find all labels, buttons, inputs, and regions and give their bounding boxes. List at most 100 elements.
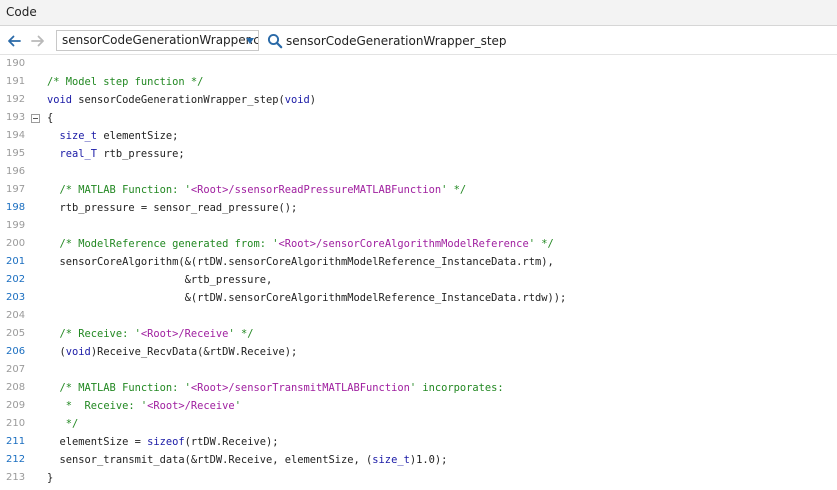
- code-line: 191 /* Model step function */: [0, 73, 837, 91]
- line-number-link[interactable]: 206: [6, 343, 30, 361]
- code-line: 192 void sensorCodeGenerationWrapper_step…: [0, 91, 837, 109]
- code-text: sensor_transmit_data(&rtDW.Receive, elem…: [47, 451, 448, 469]
- code-line: 211 elementSize = sizeof(rtDW.Receive);: [0, 433, 837, 451]
- code-token-plain: ): [309, 94, 317, 106]
- line-number: 205: [6, 328, 26, 339]
- code-line: 208 /* MATLAB Function: '<Root>/sensorTr…: [0, 379, 837, 397]
- line-number-link[interactable]: 202: [6, 271, 30, 289]
- line-number: 190: [6, 58, 26, 69]
- chevron-down-icon[interactable]: [246, 38, 254, 44]
- line-number: 213: [6, 472, 26, 483]
- code-line: 204: [0, 307, 837, 325]
- code-text: /* MATLAB Function: '<Root>/sensorTransm…: [47, 379, 504, 397]
- code-line: 213}: [0, 469, 837, 487]
- line-number: 204: [6, 310, 26, 321]
- line-number: 210: [6, 418, 26, 429]
- code-token-string: <Root>/sensorTransmitMATLABFunction: [190, 382, 410, 394]
- code-token-plain: rtb_pressure;: [97, 148, 185, 160]
- code-token-plain: }: [47, 472, 54, 484]
- line-number: 199: [6, 220, 26, 231]
- line-number: 194: [6, 130, 26, 141]
- function-search-field[interactable]: sensorCodeGenerationWrapper_step: [286, 32, 507, 50]
- code-token-plain: )Receive_RecvData(&rtDW.Receive);: [90, 346, 298, 358]
- code-line: 194 size_t elementSize;: [0, 127, 837, 145]
- code-text: real_T rtb_pressure;: [47, 145, 185, 163]
- code-line: 196: [0, 163, 837, 181]
- code-token-plain: {: [47, 112, 54, 124]
- line-number: 193: [6, 112, 26, 123]
- code-text: void sensorCodeGenerationWrapper_step(vo…: [47, 91, 316, 109]
- line-number-link[interactable]: 203: [6, 289, 30, 307]
- code-token-plain: )1.0);: [409, 454, 448, 466]
- code-line: 202 &rtb_pressure,: [0, 271, 837, 289]
- code-line: 209 * Receive: '<Root>/Receive': [0, 397, 837, 415]
- code-text: &(rtDW.sensorCoreAlgorithmModelReference…: [47, 289, 567, 307]
- code-token-plain: &(rtDW.sensorCoreAlgorithmModelReference…: [47, 292, 567, 304]
- code-token-string: <Root>/sensorCoreAlgorithmModelReference: [278, 238, 529, 250]
- code-token-plain: sensorCoreAlgorithm(&(rtDW.sensorCoreAlg…: [47, 256, 554, 268]
- code-text: }: [47, 469, 53, 487]
- code-token-comment: /* Model step function */: [47, 76, 204, 88]
- file-selector-dropdown[interactable]: sensorCodeGenerationWrapper.c: [56, 30, 259, 51]
- code-line: 199: [0, 217, 837, 235]
- code-token-comment: ': [234, 400, 241, 412]
- code-token-plain: &rtb_pressure,: [47, 274, 273, 286]
- code-text: rtb_pressure = sensor_read_pressure();: [47, 199, 298, 217]
- code-token-comment: */: [65, 418, 79, 430]
- line-number: 195: [6, 148, 26, 159]
- code-line: 195 real_T rtb_pressure;: [0, 145, 837, 163]
- line-number: 207: [6, 364, 26, 375]
- code-text: */: [47, 415, 79, 433]
- code-view[interactable]: 190 191 /* Model step function */ 192 void s…: [0, 56, 837, 490]
- line-number-link[interactable]: 211: [6, 433, 30, 451]
- line-number: 209: [6, 400, 26, 411]
- code-line: 203 &(rtDW.sensorCoreAlgorithmModelRefer…: [0, 289, 837, 307]
- code-toolbar: sensorCodeGenerationWrapper.c sensorCode…: [0, 27, 837, 55]
- code-token-plain: rtb_pressure = sensor_read_pressure();: [47, 202, 298, 214]
- code-token-comment: ' */: [528, 238, 554, 250]
- code-line: 190: [0, 56, 837, 73]
- code-token-string: <Root>/Receive: [147, 400, 235, 412]
- file-selector-value: sensorCodeGenerationWrapper.c: [62, 33, 259, 47]
- code-token-comment: /* ModelReference generated from: ': [59, 238, 279, 250]
- code-line: 205 /* Receive: '<Root>/Receive' */: [0, 325, 837, 343]
- line-number: 197: [6, 184, 26, 195]
- code-token-plain: elementSize =: [47, 436, 148, 448]
- code-text: /* MATLAB Function: '<Root>/ssensorReadP…: [47, 181, 467, 199]
- code-token-comment: /* Receive: ': [59, 328, 141, 340]
- code-line: 206 (void)Receive_RecvData(&rtDW.Receive…: [0, 343, 837, 361]
- code-token-plain: (: [47, 346, 66, 358]
- line-number-link[interactable]: 198: [6, 199, 30, 217]
- collapse-minus-icon[interactable]: [31, 114, 40, 123]
- code-line: 200 /* ModelReference generated from: '<…: [0, 235, 837, 253]
- search-icon[interactable]: [267, 33, 283, 49]
- line-number-link[interactable]: 201: [6, 253, 30, 271]
- code-text: {: [47, 109, 53, 127]
- code-panel-title: Code: [0, 0, 837, 26]
- code-token-plain: sensor_transmit_data(&rtDW.Receive, elem…: [47, 454, 373, 466]
- forward-button[interactable]: [28, 31, 48, 51]
- code-token-comment: ' */: [441, 184, 467, 196]
- code-token-string: <Root>/ssensorReadPressureMATLABFunction: [190, 184, 442, 196]
- code-token-comment: /* MATLAB Function: ': [59, 184, 191, 196]
- code-text: &rtb_pressure,: [47, 271, 273, 289]
- code-token-keyword: void: [284, 94, 310, 106]
- code-token-string: <Root>/Receive: [140, 328, 229, 340]
- code-token-comment: ' incorporates:: [409, 382, 504, 394]
- line-number-link[interactable]: 212: [6, 451, 30, 469]
- code-token-type: size_t: [59, 130, 98, 142]
- code-text: /* Receive: '<Root>/Receive' */: [47, 325, 254, 343]
- back-button[interactable]: [4, 31, 24, 51]
- code-token-keyword: void: [47, 94, 73, 106]
- code-line: 212 sensor_transmit_data(&rtDW.Receive, …: [0, 451, 837, 469]
- code-text: (void)Receive_RecvData(&rtDW.Receive);: [47, 343, 298, 361]
- code-token-type: size_t: [372, 454, 410, 466]
